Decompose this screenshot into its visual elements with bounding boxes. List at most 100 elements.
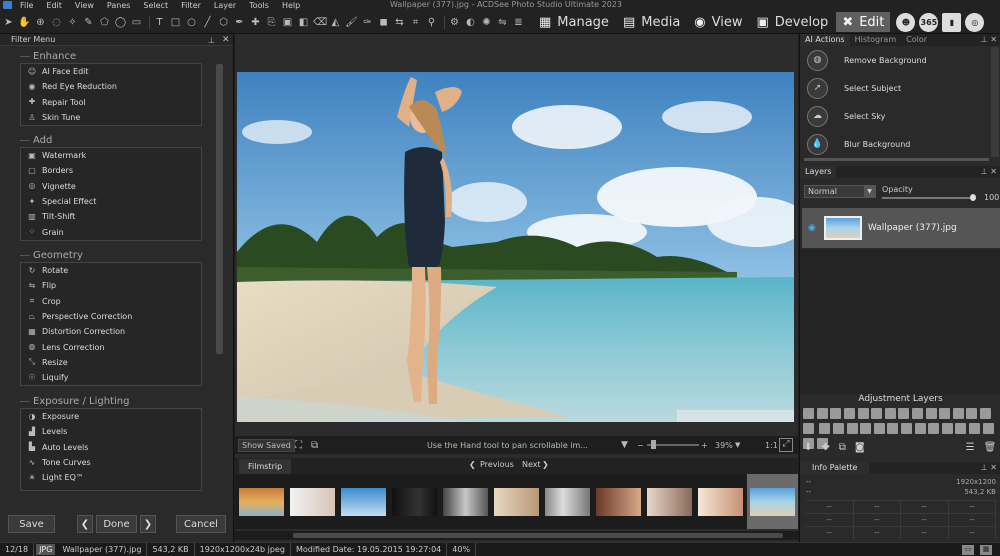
filmstrip-thumb[interactable] [647, 488, 692, 516]
adj-blur-icon[interactable] [887, 423, 899, 434]
menu-select[interactable]: Select [143, 1, 168, 10]
adj-exposure-icon[interactable] [830, 408, 842, 419]
365-mode-icon[interactable]: 365 [919, 12, 939, 32]
line-icon[interactable]: ╱ [201, 16, 214, 29]
duplicate-layer-icon[interactable]: ⧉ [839, 442, 846, 453]
pin-icon[interactable]: ⊥ ✕ [981, 167, 997, 176]
swap-colors-icon[interactable]: ⇆ [393, 16, 406, 29]
filmstrip-thumb-current[interactable] [750, 488, 795, 516]
opacity-slider[interactable] [882, 197, 974, 199]
filter-auto-levels[interactable]: ▙ Auto Levels [21, 440, 201, 455]
blend-mode-select[interactable]: Normal ▼ [804, 185, 876, 198]
filter-resize[interactable]: ⤡ Resize [21, 355, 201, 370]
filter-menu-scrollbar[interactable] [214, 46, 224, 526]
flip-icon[interactable]: ⇋ [496, 16, 509, 29]
prev-arrow-icon[interactable]: ❮ [77, 515, 93, 533]
adj-grad-icon[interactable] [803, 423, 815, 434]
menu-file[interactable]: File [20, 1, 33, 10]
filmstrip-thumb[interactable] [596, 488, 641, 516]
filter-tone-curves[interactable]: ∿ Tone Curves [21, 455, 201, 470]
adj-curves-icon[interactable] [816, 408, 828, 419]
pointer-icon[interactable]: ➤ [2, 16, 15, 29]
done-button[interactable]: Done [96, 515, 137, 533]
actual-size-icon[interactable]: ⧉ [311, 440, 318, 451]
hand-icon[interactable]: ✋ [18, 16, 31, 29]
filmstrip-thumb[interactable] [239, 488, 284, 516]
adj-color-icon[interactable] [857, 408, 869, 419]
adj-mask-icon[interactable] [952, 408, 964, 419]
mode-manage[interactable]: ▦ Manage [533, 12, 615, 32]
adj-contrast-icon[interactable] [819, 423, 831, 434]
pen-icon[interactable]: ✒ [233, 16, 246, 29]
brush-icon[interactable]: 🖌 [345, 16, 358, 29]
mode-develop[interactable]: ▣ Develop [750, 12, 834, 32]
zoom-out-icon[interactable]: − [637, 441, 644, 450]
eraser-icon[interactable]: ⌫ [313, 16, 327, 29]
pin-icon[interactable]: ⊥ ✕ [981, 35, 997, 44]
ai-select-subject[interactable]: ➚ Select Subject [804, 75, 992, 101]
filter-perspective[interactable]: ⏢ Perspective Correction [21, 309, 201, 324]
scrollbar-thumb[interactable] [216, 64, 223, 354]
filter-red-eye[interactable]: ◉ Red Eye Reduction [21, 79, 201, 94]
zoom-slider-handle[interactable] [651, 440, 656, 449]
ai-actions-vscroll[interactable] [991, 47, 999, 157]
fit-screen-icon[interactable]: ⛶ [295, 440, 302, 451]
menu-panes[interactable]: Panes [107, 1, 131, 10]
filter-lens[interactable]: ◍ Lens Correction [21, 339, 201, 354]
mask-layer-icon[interactable]: ◙ [855, 442, 865, 453]
adj-levels-icon[interactable] [803, 408, 815, 419]
layer-visibility-eye-icon[interactable]: ◉ [808, 223, 816, 233]
filter-levels[interactable]: ▟ Levels [21, 424, 201, 439]
filter-ai-face-edit[interactable]: ☺ AI Face Edit [21, 64, 201, 79]
adj-hsl-icon[interactable] [898, 408, 910, 419]
zoom-chevron-icon[interactable]: ▼ [735, 441, 740, 449]
filmstrip-scrollbar[interactable] [235, 531, 798, 540]
filter-vignette[interactable]: ◎ Vignette [21, 179, 201, 194]
filter-distortion[interactable]: ▦ Distortion Correction [21, 324, 201, 339]
magic-wand-icon[interactable]: ✧ [66, 16, 79, 29]
filmstrip-selected-frame[interactable] [747, 474, 798, 529]
menu-edit[interactable]: Edit [46, 1, 62, 10]
scrollbar-thumb[interactable] [293, 533, 783, 538]
crop-tool-icon[interactable]: ⌗ [409, 16, 422, 29]
pin-icon[interactable]: ⊥ [208, 36, 215, 45]
adj-light-icon[interactable] [844, 408, 856, 419]
save-button[interactable]: Save [8, 515, 55, 533]
mode-view[interactable]: ◉ View [688, 12, 748, 32]
actual-size-ratio[interactable]: 1:1 [765, 441, 778, 450]
adj-brush-icon[interactable] [980, 408, 992, 419]
adj-drop-icon[interactable] [966, 408, 978, 419]
ai-blur-background[interactable]: 💧 Blur Background [804, 131, 992, 157]
adj-vignette-icon[interactable] [860, 423, 872, 434]
filter-watermark[interactable]: ▣ Watermark [21, 148, 201, 163]
add-layer-icon[interactable]: ✚ [821, 442, 829, 453]
stack-icon[interactable]: ≣ [512, 16, 525, 29]
adj-lut-icon[interactable] [968, 423, 980, 434]
filter-borders[interactable]: ▢ Borders [21, 163, 201, 178]
filter-light-eq[interactable]: ☀ Light EQ™ [21, 470, 201, 485]
previous-link[interactable]: Previous [480, 460, 514, 469]
filmstrip-thumb[interactable] [494, 488, 539, 516]
next-arrow-icon[interactable]: ❯ [542, 460, 549, 469]
filter-rotate[interactable]: ↻ Rotate [21, 263, 201, 278]
selection-brush-icon[interactable]: ✎ [82, 16, 95, 29]
filmstrip-thumb[interactable] [545, 488, 590, 516]
filter-grain[interactable]: ⁘ Grain [21, 224, 201, 239]
settings-gear-icon[interactable]: ⚙ [448, 16, 461, 29]
tab-color[interactable]: Color [901, 34, 932, 46]
filter-repair-tool[interactable]: ✚ Repair Tool [21, 95, 201, 110]
tab-histogram[interactable]: Histogram [850, 34, 902, 46]
monitor-icon[interactable]: ▭ [962, 545, 974, 555]
tab-ai-actions[interactable]: AI Actions [800, 34, 850, 46]
zoom-icon[interactable]: ⊕ [34, 16, 47, 29]
menu-view[interactable]: View [75, 1, 94, 10]
image-canvas[interactable] [237, 72, 794, 422]
filter-special-effect[interactable]: ✦ Special Effect [21, 194, 201, 209]
next-arrow-icon[interactable]: ❯ [140, 515, 156, 533]
opacity-slider-handle[interactable] [970, 194, 976, 201]
rectangle-icon[interactable]: □ [169, 16, 182, 29]
menu-help[interactable]: Help [282, 1, 300, 10]
mode-edit[interactable]: ✖ Edit [836, 12, 891, 32]
adj-invert-icon[interactable] [833, 423, 845, 434]
ellipse-select-icon[interactable]: ◯ [114, 16, 127, 29]
